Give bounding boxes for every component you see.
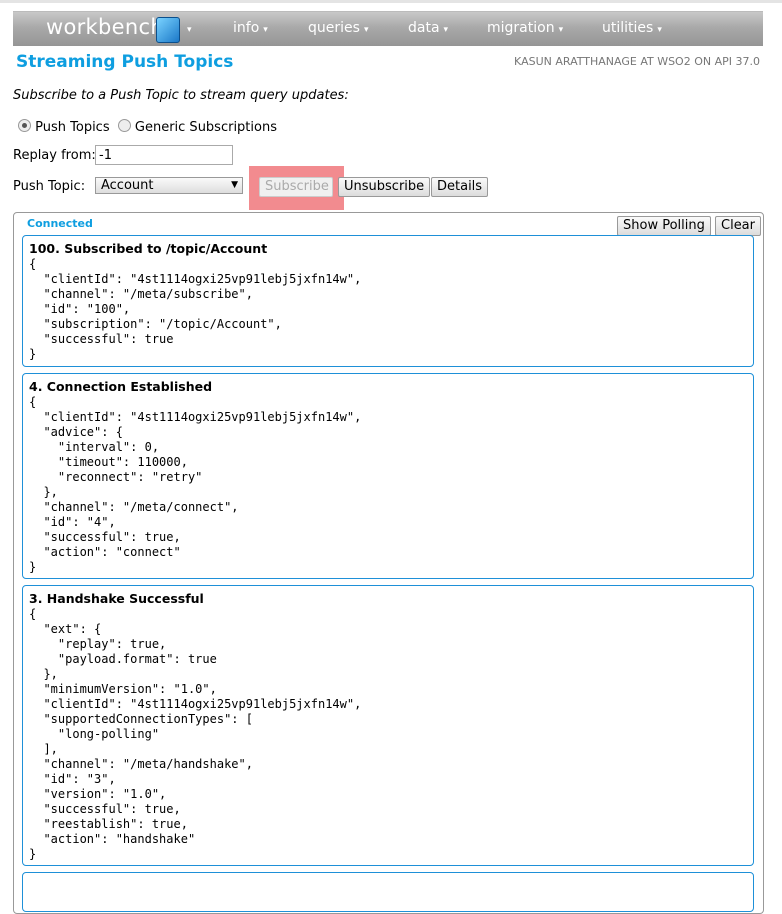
chevron-down-icon: ▾ <box>657 25 662 35</box>
nav-info[interactable]: info ▾ <box>233 20 268 36</box>
connection-status: Connected <box>27 217 93 230</box>
message-item: 100. Subscribed to /topic/Account { "cli… <box>22 235 754 367</box>
logo-menu-caret[interactable]: ▾ <box>183 20 192 36</box>
details-button[interactable]: Details <box>431 177 489 197</box>
chevron-down-icon: ▾ <box>363 25 369 35</box>
nav-migration[interactable]: migration ▾ <box>487 20 563 36</box>
page-title: Streaming Push Topics <box>16 52 234 72</box>
workbench-cube-icon <box>156 17 180 43</box>
workbench-logo[interactable]: workbench <box>46 15 164 39</box>
replay-label: Replay from: <box>13 148 96 163</box>
radio-generic-subscriptions[interactable] <box>117 119 131 132</box>
message-title: 4. Connection Established <box>29 379 213 394</box>
nav-bar: workbench ▾ info ▾ queries ▾ data ▾ migrati… <box>13 11 763 46</box>
radio-push-topics[interactable] <box>18 119 31 132</box>
chevron-down-icon: ▾ <box>443 25 449 35</box>
show-polling-button[interactable]: Show Polling <box>617 216 711 236</box>
chevron-down-icon: ▾ <box>558 25 564 35</box>
mode-radio-group: Push Topics Generic Subscriptions <box>18 119 277 135</box>
replay-input[interactable] <box>95 145 233 165</box>
message-item: 4. Connection Established { "clientId": … <box>22 373 754 579</box>
nav-queries[interactable]: queries ▾ <box>308 20 368 36</box>
unsubscribe-button[interactable]: Unsubscribe <box>338 177 431 197</box>
stream-panel: Connected Show Polling Clear 100. Subscr… <box>13 212 764 914</box>
intro-text: Subscribe to a Push Topic to stream quer… <box>13 88 349 103</box>
push-topic-label: Push Topic: <box>13 179 86 194</box>
message-title: 3. Handshake Successful <box>29 591 204 606</box>
message-body: { "ext": { "replay": true, "payload.form… <box>29 607 362 861</box>
clear-button[interactable]: Clear <box>715 216 761 236</box>
message-item-partial <box>22 872 754 912</box>
message-title: 100. Subscribed to /topic/Account <box>29 241 268 256</box>
subscribe-button[interactable]: Subscribe <box>259 177 333 197</box>
nav-data[interactable]: data ▾ <box>408 20 448 36</box>
message-body: { "clientId": "4st1114ogxi25vp91lebj5jxf… <box>29 395 362 574</box>
nav-utilities[interactable]: utilities ▾ <box>602 20 662 36</box>
message-body: { "clientId": "4st1114ogxi25vp91lebj5jxf… <box>29 257 362 361</box>
push-topic-select[interactable]: Account ▼ <box>95 177 243 194</box>
top-border <box>0 0 782 3</box>
message-item: 3. Handshake Successful { "ext": { "repl… <box>22 585 754 866</box>
chevron-down-icon: ▾ <box>263 25 268 35</box>
user-info: KASUN ARATTHANAGE AT WSO2 ON API 37.0 <box>514 55 760 68</box>
dropdown-arrow-icon: ▼ <box>231 180 238 190</box>
